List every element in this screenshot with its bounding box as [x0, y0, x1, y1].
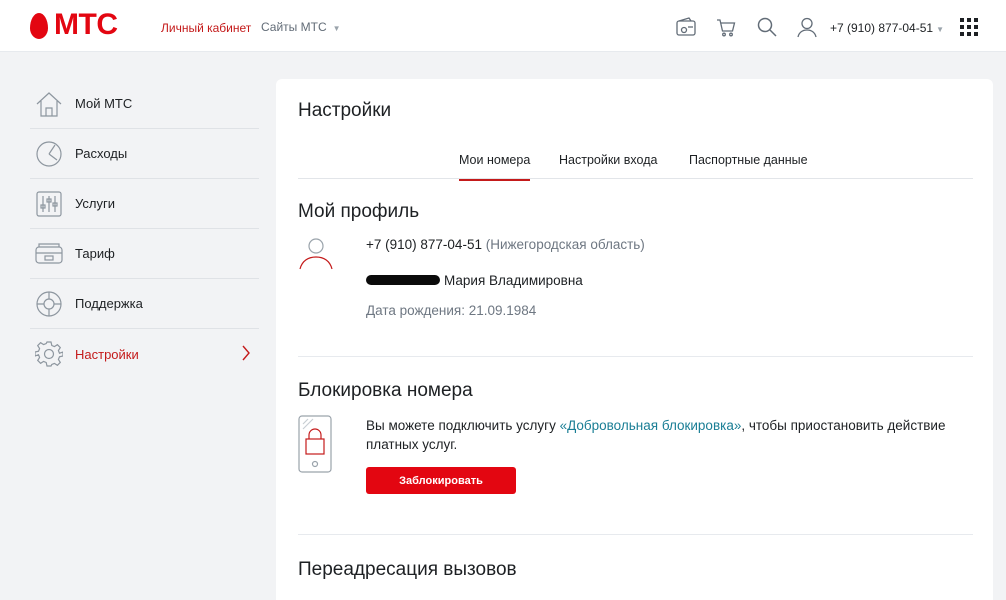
- profile-name: Мария Владимировна: [366, 273, 583, 288]
- home-icon: [36, 92, 62, 117]
- expenses-icon: [36, 141, 62, 167]
- user-icon[interactable]: [796, 16, 818, 38]
- services-icon: [36, 191, 62, 217]
- section-divider: [298, 356, 973, 357]
- account-phone-menu[interactable]: +7 (910) 877-04-51 ▼: [830, 21, 944, 35]
- tariff-icon: [35, 243, 63, 264]
- profile-phone: +7 (910) 877-04-51 (Нижегородская област…: [366, 237, 645, 252]
- search-icon[interactable]: [756, 16, 778, 38]
- chevron-down-icon: ▼: [332, 24, 341, 33]
- sidebar-item-services[interactable]: Услуги: [30, 179, 259, 229]
- nav-mts-sites[interactable]: Сайты МТС ▼: [261, 20, 341, 34]
- sidebar-item-tariff[interactable]: Тариф: [30, 229, 259, 279]
- apps-grid-icon[interactable]: [960, 18, 978, 36]
- sidebar-menu: Мой МТС Расходы Услуги Тариф Поддержка Н…: [30, 79, 259, 379]
- tab-login-settings[interactable]: Настройки входа: [559, 153, 657, 179]
- sidebar-item-label: Настройки: [75, 346, 139, 362]
- blocking-section-title: Блокировка номера: [298, 380, 473, 401]
- mts-logo[interactable]: МТС: [30, 8, 138, 41]
- nav-mts-sites-label: Сайты МТС: [261, 20, 327, 34]
- chevron-right-icon: [242, 345, 250, 361]
- redaction-mark: [366, 275, 440, 286]
- chevron-down-icon: ▼: [936, 25, 944, 34]
- profile-region: (Нижегородская область): [485, 237, 645, 252]
- profile-name-text: Мария Владимировна: [444, 273, 583, 288]
- nav-personal-account[interactable]: Личный кабинет: [161, 21, 251, 35]
- settings-tabs: Мои номера Настройки входа Паспортные да…: [298, 143, 973, 181]
- account-phone: +7 (910) 877-04-51: [830, 21, 934, 35]
- mts-egg-icon: [30, 13, 48, 39]
- sidebar-item-label: Поддержка: [75, 296, 143, 311]
- section-divider: [298, 534, 973, 535]
- logo-text: МТС: [54, 8, 118, 41]
- sidebar-item-settings[interactable]: Настройки: [30, 329, 259, 379]
- blocking-description: Вы можете подключить услугу «Добровольна…: [366, 416, 976, 454]
- phone-lock-icon: [298, 415, 332, 473]
- sidebar-item-label: Расходы: [75, 146, 128, 161]
- voluntary-blocking-link[interactable]: «Добровольная блокировка»: [560, 418, 742, 433]
- profile-section-title: Мой профиль: [298, 201, 420, 222]
- profile-birth-date: Дата рождения: 21.09.1984: [366, 303, 537, 318]
- cart-icon[interactable]: [715, 16, 737, 38]
- sidebar-item-my-mts[interactable]: Мой МТС: [30, 79, 259, 129]
- tab-passport-data[interactable]: Паспортные данные: [689, 153, 808, 179]
- sidebar-item-label: Тариф: [75, 246, 115, 261]
- forwarding-section-title: Переадресация вызовов: [298, 559, 517, 580]
- settings-icon: [35, 341, 63, 367]
- top-header: МТС Личный кабинет Сайты МТС ▼ +7 (910) 8…: [0, 0, 1006, 52]
- wallet-icon[interactable]: [675, 16, 697, 38]
- blocking-text-before: Вы можете подключить услугу: [366, 418, 560, 433]
- profile-avatar-icon: [299, 238, 333, 270]
- sidebar-item-label: Мой МТС: [75, 96, 133, 111]
- sidebar-item-support[interactable]: Поддержка: [30, 279, 259, 329]
- page-title: Настройки: [298, 100, 392, 121]
- block-number-button[interactable]: Заблокировать: [366, 467, 516, 494]
- tab-my-numbers[interactable]: Мои номера: [459, 153, 531, 181]
- settings-card: Настройки Мои номера Настройки входа Пас…: [276, 79, 993, 600]
- sidebar-item-expenses[interactable]: Расходы: [30, 129, 259, 179]
- sidebar-item-label: Услуги: [75, 196, 115, 211]
- support-icon: [36, 291, 62, 317]
- profile-phone-number: +7 (910) 877-04-51: [366, 237, 482, 252]
